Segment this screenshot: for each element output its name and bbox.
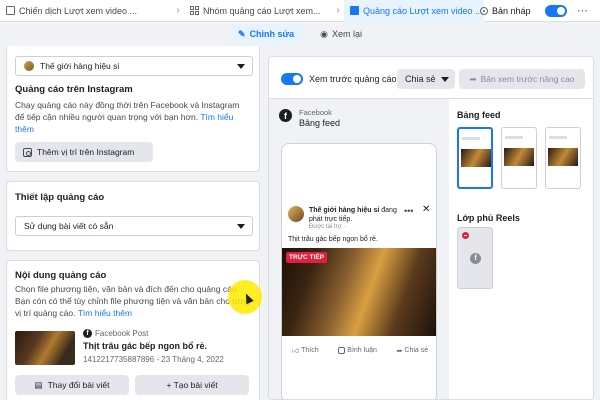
facebook-icon: f (279, 109, 292, 122)
ad-content-desc-text: Chọn file phương tiện, văn bản và đích đ… (15, 284, 250, 318)
breadcrumb-campaign[interactable]: Chiến dịch Lượt xem video ... (0, 0, 172, 22)
preview-placement: Bảng feed (299, 118, 341, 128)
advanced-preview-button[interactable]: ➦ Bản xem trước nâng cao (459, 69, 585, 89)
phone-mockup: Thế giới hàng hiệu si đang phát trực tiế… (281, 143, 437, 399)
like-action[interactable]: 👍︎ Thích (292, 346, 319, 355)
tab-review[interactable]: ◉ Xem lại (312, 24, 370, 44)
eye-icon: ◉ (320, 28, 328, 39)
draft-icon (480, 7, 488, 15)
placement-thumb-3[interactable] (545, 127, 581, 189)
ad-content-card: Nội dung quảng cáo Chọn file phương tiện… (6, 260, 260, 400)
chevron-down-icon (237, 224, 245, 229)
draft-status: Bản nháp (480, 0, 531, 22)
comment-label: Bình luận (347, 347, 377, 354)
placement-thumb-reels[interactable]: f (457, 227, 493, 289)
identity-card: Thế giới hàng hiệu si Quảng cáo trên Ins… (6, 46, 260, 172)
facebook-icon: f (83, 329, 92, 338)
share-dropdown[interactable]: Chia sẻ (397, 69, 455, 89)
placement-thumbnails: Bảng feed Lớp phủ Reels f (449, 99, 593, 399)
add-instagram-placement-button[interactable]: Thêm vị trí trên Instagram (15, 142, 153, 162)
thumbs-up-icon: 👍︎ (291, 348, 300, 355)
breadcrumb-ad-label: Quảng cáo Lượt xem video ... (363, 5, 483, 16)
ad-setup-select[interactable]: Sử dụng bài viết có sẵn (15, 216, 253, 236)
draft-label: Bản nháp (492, 6, 531, 16)
avatar (288, 206, 304, 222)
sponsored-label: Được tài trợ · (309, 224, 346, 230)
ad-setup-select-value: Sử dụng bài viết có sẵn (24, 221, 114, 231)
tab-edit-label: Chỉnh sửa (249, 29, 295, 39)
ad-content-desc: Chọn file phương tiện, văn bản và đích đ… (15, 283, 251, 319)
comment-icon (338, 347, 346, 354)
ad-page-name: Thế giới hàng hiệu si đang phát trực tiế… (309, 206, 399, 224)
swap-icon: ▤ (34, 379, 43, 390)
instagram-title: Quảng cáo trên Instagram (15, 84, 133, 95)
placement-thumb-feed[interactable] (457, 127, 493, 189)
page-avatar (24, 61, 34, 71)
ad-on-toggle[interactable] (545, 5, 567, 17)
reels-overlay-title: Lớp phủ Reels (457, 213, 520, 223)
preview-platform: Facebook (299, 108, 332, 117)
preview-panel: Xem trước quảng cáo Chia sẻ ➦ Bản xem tr… (268, 56, 594, 400)
placement-thumb-2[interactable] (501, 127, 537, 189)
post-meta: 1412217735887896 - 23 Tháng 4, 2022 (83, 355, 224, 364)
breadcrumb-campaign-label: Chiến dịch Lượt xem video ... (19, 5, 137, 16)
chevron-down-icon (237, 64, 245, 69)
like-label: Thích (301, 347, 319, 354)
preview-toolbar: Xem trước quảng cáo Chia sẻ ➦ Bản xem tr… (269, 57, 593, 99)
comment-action[interactable]: Bình luận (338, 346, 377, 355)
editor-column: Thế giới hàng hiệu si Quảng cáo trên Ins… (6, 46, 260, 400)
share-arrow-icon: ➦ (469, 73, 477, 84)
post-source-label: Facebook Post (95, 329, 149, 338)
chevron-right-icon: › (176, 5, 180, 16)
mode-tabs: ✎ Chỉnh sửa ◉ Xem lại (0, 22, 600, 46)
instagram-desc: Chạy quảng cáo này đồng thời trên Facebo… (15, 99, 251, 135)
ad-icon (350, 6, 359, 15)
tab-edit[interactable]: ✎ Chỉnh sửa (230, 24, 303, 44)
create-post-button[interactable]: + Tạo bài viết (135, 375, 249, 395)
ad-setup-title: Thiết lập quảng cáo (15, 192, 105, 203)
ad-caption: Thịt trâu gác bếp ngon bổ rẻ. (288, 236, 378, 243)
share-action[interactable]: ➦ Chia sẻ (397, 346, 429, 355)
post-actions: 👍︎ Thích Bình luận ➦ Chia sẻ (282, 346, 436, 355)
share-dropdown-label: Chia sẻ (405, 74, 436, 84)
feed-thumbnails-title: Bảng feed (457, 110, 501, 120)
unavailable-icon (462, 232, 469, 239)
page-select-value: Thế giới hàng hiệu si (40, 61, 120, 71)
ad-content-learn-more-link[interactable]: Tìm hiểu thêm (78, 308, 132, 318)
breadcrumb-adset[interactable]: Nhóm quảng cáo Lượt xem... (184, 0, 332, 22)
tab-review-label: Xem lại (331, 29, 362, 39)
post-source: f Facebook Post (83, 329, 148, 338)
page-select[interactable]: Thế giới hàng hiệu si (15, 56, 253, 76)
share-icon: ➦ (396, 347, 403, 355)
pencil-icon: ✎ (238, 28, 246, 39)
ad-page-name-text: Thế giới hàng hiệu si (309, 207, 380, 214)
add-instagram-placement-label: Thêm vị trí trên Instagram (37, 147, 135, 157)
ad-video: TRỰC TIẾP (282, 248, 436, 336)
change-post-label: Thay đổi bài viết (47, 380, 110, 390)
facebook-icon: f (470, 253, 481, 264)
grid-icon (190, 6, 199, 15)
close-icon[interactable]: ✕ (422, 204, 430, 215)
ad-setup-card: Thiết lập quảng cáo Sử dụng bài viết có … (6, 181, 260, 251)
folder-icon (6, 6, 15, 15)
advanced-preview-label: Bản xem trước nâng cao (480, 74, 575, 84)
change-post-button[interactable]: ▤ Thay đổi bài viết (15, 375, 129, 395)
chevron-right-icon: › (336, 5, 340, 16)
breadcrumb-ad[interactable]: Quảng cáo Lượt xem video ... (344, 0, 484, 22)
more-icon[interactable]: ⋯ (577, 4, 588, 17)
preview-toggle[interactable] (281, 73, 303, 85)
more-icon[interactable]: ••• (404, 206, 413, 216)
post-title: Thịt trâu gác bếp ngon bổ rẻ. (83, 341, 208, 351)
chevron-down-icon (441, 77, 449, 82)
share-label: Chia sẻ (404, 347, 429, 354)
breadcrumb-adset-label: Nhóm quảng cáo Lượt xem... (203, 5, 321, 16)
instagram-icon (23, 147, 32, 157)
post-thumbnail (15, 331, 75, 365)
ad-content-title: Nội dung quảng cáo (15, 270, 107, 281)
preview-toggle-label: Xem trước quảng cáo (309, 74, 397, 84)
feed-preview: f Facebook Bảng feed Thế giới hàng hiệu … (269, 99, 449, 399)
create-post-label: + Tạo bài viết (166, 380, 218, 390)
live-badge: TRỰC TIẾP (286, 252, 328, 263)
